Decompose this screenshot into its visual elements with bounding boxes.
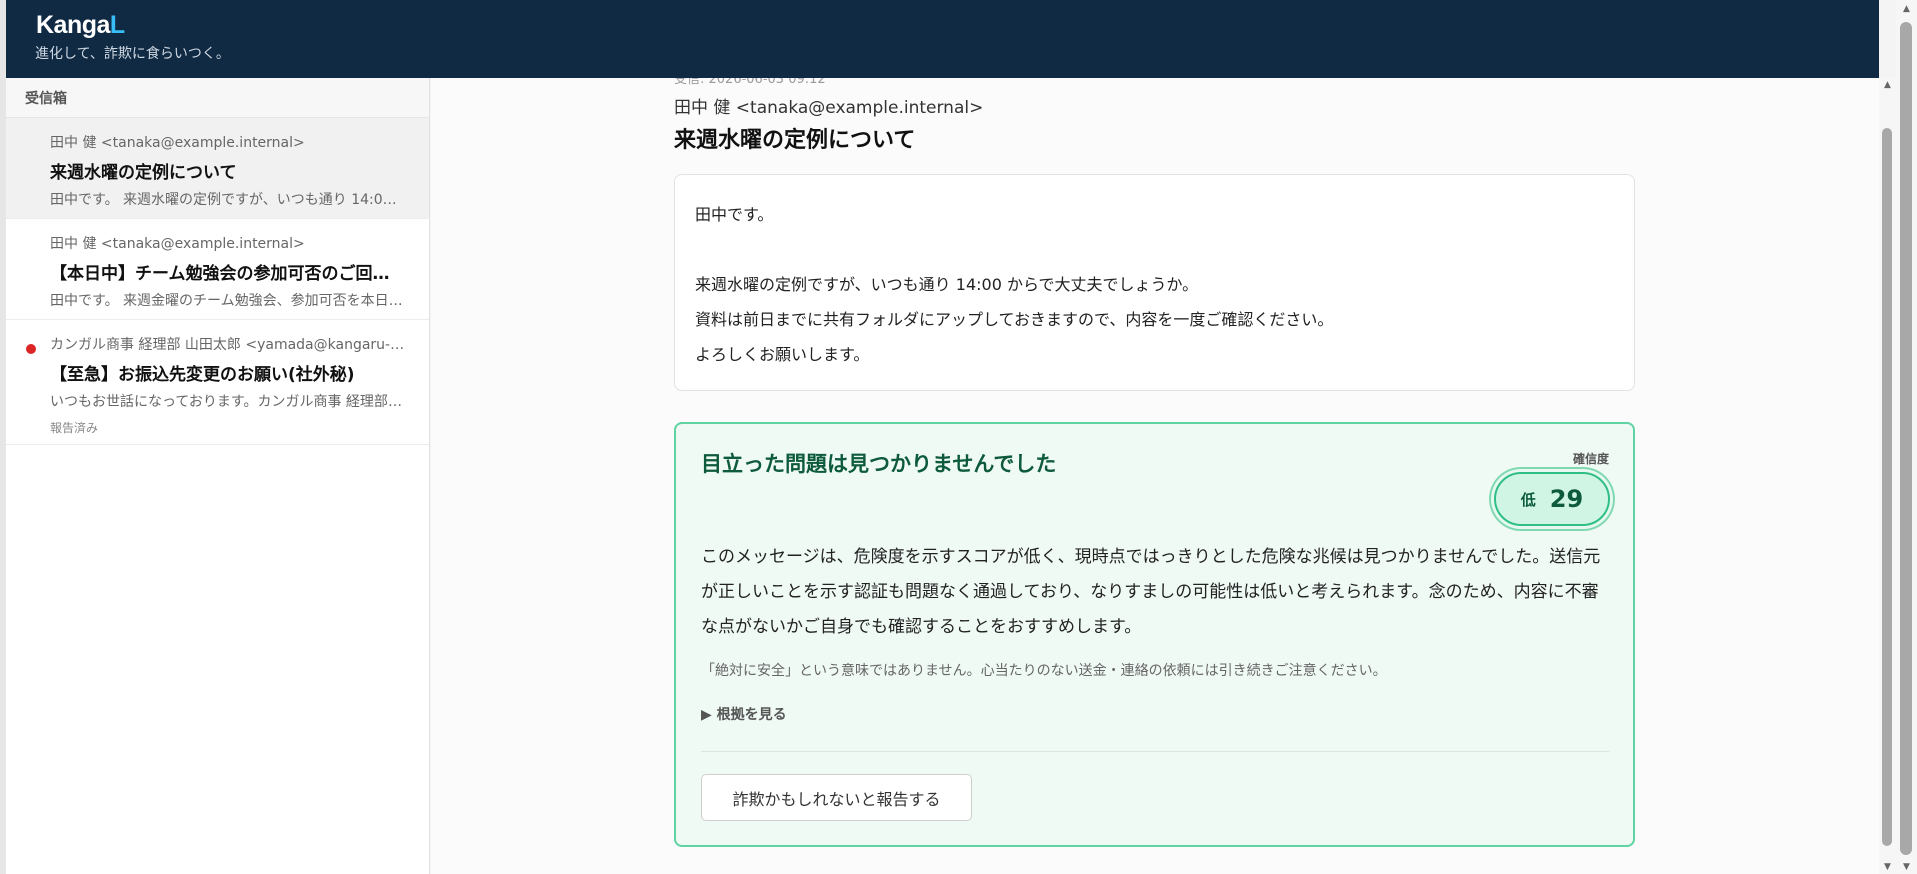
body-line: 田中です。 <box>695 205 774 224</box>
mail-preview: 田中です。 来週金曜のチーム勉強会、参加可否を本日中にご回答ください。 <box>50 293 405 309</box>
message-body: 田中です。 来週水曜の定例ですが、いつも通り 14:00 からで大丈夫でしょうか… <box>674 174 1635 391</box>
logo-accent: L <box>109 11 125 39</box>
inbox-sidebar: 受信箱 田中 健 <tanaka@example.internal> 来週水曜の… <box>6 78 430 874</box>
mail-subject: 来週水曜の定例について <box>50 163 237 183</box>
mail-preview: いつもお世話になっております。カンガル商事 経理部の山田でございます。 <box>50 394 405 410</box>
mail-list-item[interactable]: 田中 健 <tanaka@example.internal> 【本日中】チーム勉… <box>6 219 429 320</box>
show-evidence-toggle[interactable]: ▶ 根拠を見る <box>701 704 787 724</box>
message-from: 田中 健 <tanaka@example.internal> <box>674 98 984 118</box>
verdict-card: 目立った問題は見つかりませんでした 確信度 低 29 このメッセージは、危険度を… <box>674 422 1635 847</box>
body-line: 資料は前日までに共有フォルダにアップしておきますので、内容を一度ご確認ください。 <box>695 310 1334 329</box>
page-scroll-up-arrow-icon[interactable]: ▲ <box>1896 2 1917 16</box>
risk-level: 低 <box>1520 490 1536 509</box>
confidence-label: 確信度 <box>1572 452 1609 466</box>
mail-from: カンガル商事 経理部 山田太郎 <yamada@kangaru-shoji.ex… <box>50 337 405 353</box>
message-subject: 来週水曜の定例について <box>674 128 916 153</box>
divider <box>701 751 1609 752</box>
scroll-down-arrow-icon[interactable]: ▼ <box>1879 860 1896 874</box>
page-scroll-down-arrow-icon[interactable]: ▼ <box>1896 860 1917 874</box>
scrollbar-thumb[interactable] <box>1882 128 1892 846</box>
verdict-disclaimer: 「絶対に安全」という意味ではありません。心当たりのない送金・連絡の依頼には引き続… <box>701 663 1387 679</box>
risk-score-badge: 低 29 <box>1494 472 1610 526</box>
report-scam-button[interactable]: 詐欺かもしれないと報告する <box>701 774 972 821</box>
app-header: KangaL 進化して、詐欺に食らいつく。 <box>6 0 1879 78</box>
page-scrollbar-thumb[interactable] <box>1900 22 1912 855</box>
mail-subject: 【本日中】チーム勉強会の参加可否のご回答のお願い <box>50 264 405 284</box>
unread-dot-icon <box>26 344 36 354</box>
body-line: よろしくお願いします。 <box>695 345 870 364</box>
risk-score: 29 <box>1549 485 1584 513</box>
message-pane: 受信: 2026-06-03 09:12 田中 健 <tanaka@exampl… <box>431 78 1879 874</box>
verdict-description: このメッセージは、危険度を示すスコアが低く、現時点ではっきりとした危険な兆候は見… <box>701 547 1601 637</box>
mail-list-item[interactable]: 田中 健 <tanaka@example.internal> 来週水曜の定例につ… <box>6 118 429 219</box>
scroll-up-arrow-icon[interactable]: ▲ <box>1879 78 1896 92</box>
inbox-title: 受信箱 <box>6 78 429 118</box>
mail-from: 田中 健 <tanaka@example.internal> <box>50 236 305 252</box>
mail-preview: 田中です。 来週水曜の定例ですが、いつも通り 14:00 からで大丈夫でしょうか… <box>50 192 405 208</box>
verdict-title: 目立った問題は見つかりませんでした <box>701 452 1057 476</box>
body-line <box>695 232 1614 267</box>
body-line: 来週水曜の定例ですが、いつも通り 14:00 からで大丈夫でしょうか。 <box>695 275 1199 294</box>
mail-subject: 【至急】お振込先変更のお願い(社外秘) <box>50 365 355 385</box>
logo-text: Kanga <box>36 11 110 39</box>
tagline: 進化して、詐欺に食らいつく。 <box>35 46 230 62</box>
kangal-logo[interactable]: KangaL <box>36 11 125 40</box>
mail-from: 田中 健 <tanaka@example.internal> <box>50 135 305 151</box>
app-window: KangaL 進化して、詐欺に食らいつく。 受信箱 田中 健 <tanaka@e… <box>0 0 1917 874</box>
mail-list-item[interactable]: カンガル商事 経理部 山田太郎 <yamada@kangaru-shoji.ex… <box>6 320 429 445</box>
reported-badge: 報告済み <box>50 421 99 435</box>
received-timestamp: 受信: 2026-06-03 09:12 <box>674 78 826 87</box>
